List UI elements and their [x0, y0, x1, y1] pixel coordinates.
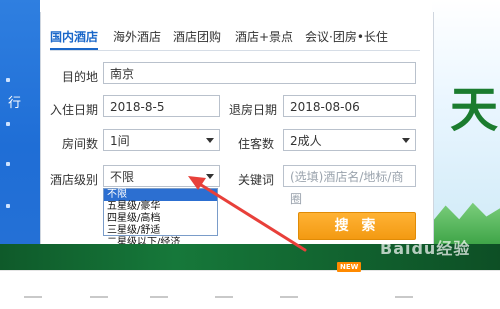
tab-divider: [50, 50, 420, 51]
left-strip-dot: [6, 204, 10, 208]
star-option[interactable]: 不限: [104, 189, 217, 201]
bottom-nav-item[interactable]: [215, 296, 233, 298]
bottom-nav-item[interactable]: [395, 296, 413, 298]
keyword-input[interactable]: (选填)酒店名/地标/商圈: [283, 165, 416, 206]
keyword-label: 关键词: [238, 173, 275, 187]
new-badge: NEW: [337, 262, 362, 272]
watermark: Baidu经验: [380, 239, 471, 258]
tab-domestic-hotel[interactable]: 国内酒店: [50, 28, 98, 45]
star-option[interactable]: 四星级/高档: [104, 213, 217, 225]
left-strip-text: 行: [8, 96, 22, 111]
guests-value: 2成人: [290, 134, 322, 148]
guests-select[interactable]: 2成人: [283, 129, 416, 151]
left-strip-dot: [6, 162, 10, 166]
rooms-label: 房间数: [62, 137, 99, 151]
rooms-value: 1间: [110, 134, 130, 148]
checkout-label: 退房日期: [229, 103, 278, 117]
bottom-nav-strip: [0, 270, 500, 309]
checkin-label: 入住日期: [50, 103, 99, 117]
bottom-nav-item[interactable]: [280, 296, 298, 298]
chevron-down-icon: [206, 138, 214, 143]
bottom-nav-item[interactable]: [24, 296, 42, 298]
star-option[interactable]: 五星级/豪华: [104, 201, 217, 213]
tab-overseas-hotel[interactable]: 海外酒店: [113, 28, 161, 45]
checkout-date-input[interactable]: 2018-08-06: [283, 95, 416, 117]
left-strip-dot: [6, 78, 10, 82]
tab-hotel-scenic[interactable]: 酒店+景点: [235, 28, 293, 45]
chevron-down-icon: [402, 138, 410, 143]
star-level-select[interactable]: 不限: [103, 165, 220, 187]
star-option[interactable]: 三星级/舒适: [104, 225, 217, 237]
checkin-date-input[interactable]: 2018-8-5: [103, 95, 220, 117]
banner-char: 天: [450, 82, 499, 138]
left-blue-strip: 行: [0, 0, 40, 244]
bottom-nav-item[interactable]: [150, 296, 168, 298]
tab-hotel-groupbuy[interactable]: 酒店团购: [173, 28, 221, 45]
promo-banner[interactable]: 天: [432, 0, 500, 255]
destination-input[interactable]: 南京: [103, 62, 416, 84]
star-level-dropdown: 不限 五星级/豪华 四星级/高档 三星级/舒适 二星级以下/经济: [103, 188, 218, 248]
left-strip-dot: [6, 122, 10, 126]
tab-meeting-group[interactable]: 会议·团房•长住: [305, 28, 388, 45]
star-level-label: 酒店级别: [50, 173, 99, 187]
destination-label: 目的地: [62, 70, 99, 84]
guests-label: 住客数: [238, 137, 275, 151]
star-level-value: 不限: [110, 170, 135, 184]
rooms-select[interactable]: 1间: [103, 129, 220, 151]
chevron-down-icon: [206, 174, 214, 179]
bottom-nav-item[interactable]: [90, 296, 108, 298]
